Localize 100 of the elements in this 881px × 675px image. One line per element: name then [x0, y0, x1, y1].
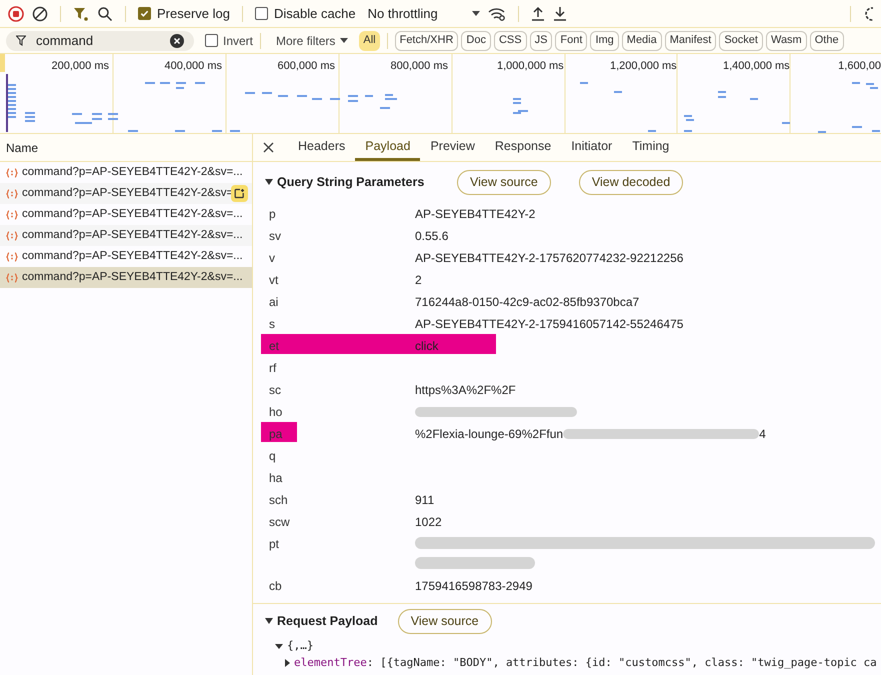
param-value: 0.55.6	[415, 228, 448, 245]
xhr-icon	[6, 230, 18, 240]
wifi-gear-icon[interactable]	[488, 6, 506, 22]
param-value: 1022	[415, 514, 442, 531]
detail-tab[interactable]: Payload	[355, 134, 420, 161]
disable-cache-checkbox[interactable]	[254, 7, 268, 20]
param-key: s	[253, 311, 415, 333]
type-filter-chip[interactable]: Fetch/XHR	[394, 30, 458, 50]
download-icon[interactable]	[552, 6, 567, 22]
view-button[interactable]: View source	[398, 608, 492, 634]
clear-icon[interactable]	[170, 34, 184, 48]
detail-tab[interactable]: Preview	[420, 134, 485, 161]
throttling-dropdown[interactable]: No throttling	[368, 4, 480, 24]
param-value: 716244a8-0150-42c9-ac02-85fb9370bca7	[415, 294, 640, 311]
request-name: command?p=AP-SEYEB4TTE42Y-2&sv=...	[22, 206, 243, 222]
param-value: 4	[759, 426, 766, 443]
clear-icon[interactable]	[32, 6, 48, 22]
timeline-tick: 800,000 ms	[390, 59, 448, 74]
section-title: Request Payload	[277, 612, 378, 630]
xhr-icon	[6, 252, 18, 262]
timeline-tick: 600,000 ms	[276, 59, 335, 74]
param-value: 1759416598783-2949	[415, 578, 532, 595]
type-filter-chip[interactable]: Manifest	[664, 30, 716, 50]
request-name: command?p=AP-SEYEB4TTE42Y-2&sv=...	[22, 164, 243, 180]
param-value: click	[415, 338, 438, 355]
type-filter-chip[interactable]: Font	[555, 30, 588, 50]
param-value: AP-SEYEB4TTE42Y-2-1759416057142-55246475	[415, 316, 684, 333]
detail-tab[interactable]: Response	[484, 134, 562, 161]
request-row[interactable]: command?p=AP-SEYEB4TTE42Y-2&sv=...	[0, 267, 252, 288]
type-filter-chip[interactable]: CSS	[494, 30, 527, 50]
param-key: pt	[253, 531, 415, 553]
param-key: sc	[253, 377, 415, 399]
param-key: pa	[253, 421, 415, 443]
timeline-tick: 1,000,000 ms	[497, 59, 561, 74]
expand-triangle-icon[interactable]	[285, 658, 290, 667]
request-name: command?p=AP-SEYEB4TTE42Y-2&sv=...	[22, 248, 243, 264]
invert-checkbox[interactable]	[205, 34, 218, 47]
type-filter-chip[interactable]: Othe	[810, 30, 844, 50]
param-value: %2Flexia-lounge-69%2Ffun	[415, 426, 564, 443]
param-key: rf	[253, 355, 415, 377]
xhr-icon	[6, 210, 18, 220]
type-filter-chip[interactable]: Img	[590, 30, 619, 50]
param-key: v	[253, 245, 415, 267]
type-filter-chip[interactable]: Media	[622, 30, 662, 50]
settings-icon[interactable]	[863, 6, 873, 22]
view-button[interactable]: View source	[457, 170, 551, 194]
request-row[interactable]: command?p=AP-SEYEB4TTE42Y-2&sv=...	[0, 225, 252, 246]
param-value: https%3A%2F%2F	[415, 382, 516, 399]
request-name: command?p=AP-SEYEB4TTE42Y-2&sv=	[22, 186, 234, 201]
timeline-tick: 1,200,000 ms	[610, 59, 674, 74]
collapse-triangle-icon[interactable]	[265, 179, 273, 185]
param-key: q	[253, 443, 415, 465]
record-icon[interactable]	[8, 6, 24, 22]
timeline-tick: 1,400,000 ms	[723, 59, 787, 74]
preserve-log-checkbox[interactable]	[138, 7, 151, 20]
request-name: command?p=AP-SEYEB4TTE42Y-2&sv=...	[22, 270, 243, 285]
param-key: ha	[253, 465, 415, 487]
param-key: sch	[253, 487, 415, 509]
section-title: Query String Parameters	[277, 174, 426, 191]
xhr-icon	[6, 188, 18, 198]
param-value: 2	[415, 272, 422, 289]
type-filter-chip[interactable]: JS	[530, 30, 552, 50]
column-header[interactable]: Name	[0, 134, 252, 162]
detail-tab[interactable]: Timing	[622, 134, 680, 161]
detail-tab[interactable]: Initiator	[561, 134, 622, 161]
xhr-icon	[6, 168, 18, 178]
param-key: cb	[253, 573, 415, 595]
filter-field[interactable]: command	[6, 30, 194, 50]
param-key: p	[253, 201, 415, 223]
type-filter-chip[interactable]: Wasm	[766, 30, 807, 50]
param-key: et	[253, 333, 415, 355]
timeline-tick: 400,000 ms	[164, 59, 222, 74]
filter-icon[interactable]	[73, 6, 89, 22]
close-icon[interactable]	[263, 142, 274, 153]
request-row[interactable]: command?p=AP-SEYEB4TTE42Y-2&sv=	[0, 183, 252, 204]
ai-assist-icon[interactable]	[231, 185, 248, 202]
type-filter-chip[interactable]: Socket	[719, 30, 763, 50]
json-root: {,…}	[287, 638, 314, 654]
filter-input[interactable]: command	[36, 30, 160, 50]
view-button[interactable]: View decoded	[578, 170, 684, 194]
param-key: vt	[253, 267, 415, 289]
type-filter-chip[interactable]: Doc	[461, 30, 491, 50]
checkbox-label: Invert	[223, 32, 254, 50]
param-key: sv	[253, 223, 415, 245]
more-filters-dropdown[interactable]: More filters	[276, 32, 348, 50]
param-key: ho	[253, 399, 415, 421]
timeline-tick: 200,000 ms	[50, 59, 109, 74]
timeline-tick: 1,600,00	[838, 59, 881, 74]
filter-icon	[16, 35, 26, 46]
detail-tab[interactable]: Headers	[288, 134, 356, 161]
param-value: AP-SEYEB4TTE42Y-2-1757620774232-92212256	[415, 250, 684, 267]
expand-triangle-icon[interactable]	[275, 644, 283, 649]
collapse-triangle-icon[interactable]	[265, 618, 273, 624]
checkbox-label: Disable cache	[274, 4, 356, 23]
json-entry: elementTree: [{tagName: "BODY", attributes: {id: "customcss", class: "twig_page-topic ca	[294, 654, 877, 671]
search-icon[interactable]	[97, 6, 113, 22]
type-filter-chip[interactable]: All	[359, 30, 380, 50]
upload-icon[interactable]	[530, 6, 545, 22]
caret-icon	[340, 38, 348, 43]
caret-icon	[472, 11, 480, 16]
